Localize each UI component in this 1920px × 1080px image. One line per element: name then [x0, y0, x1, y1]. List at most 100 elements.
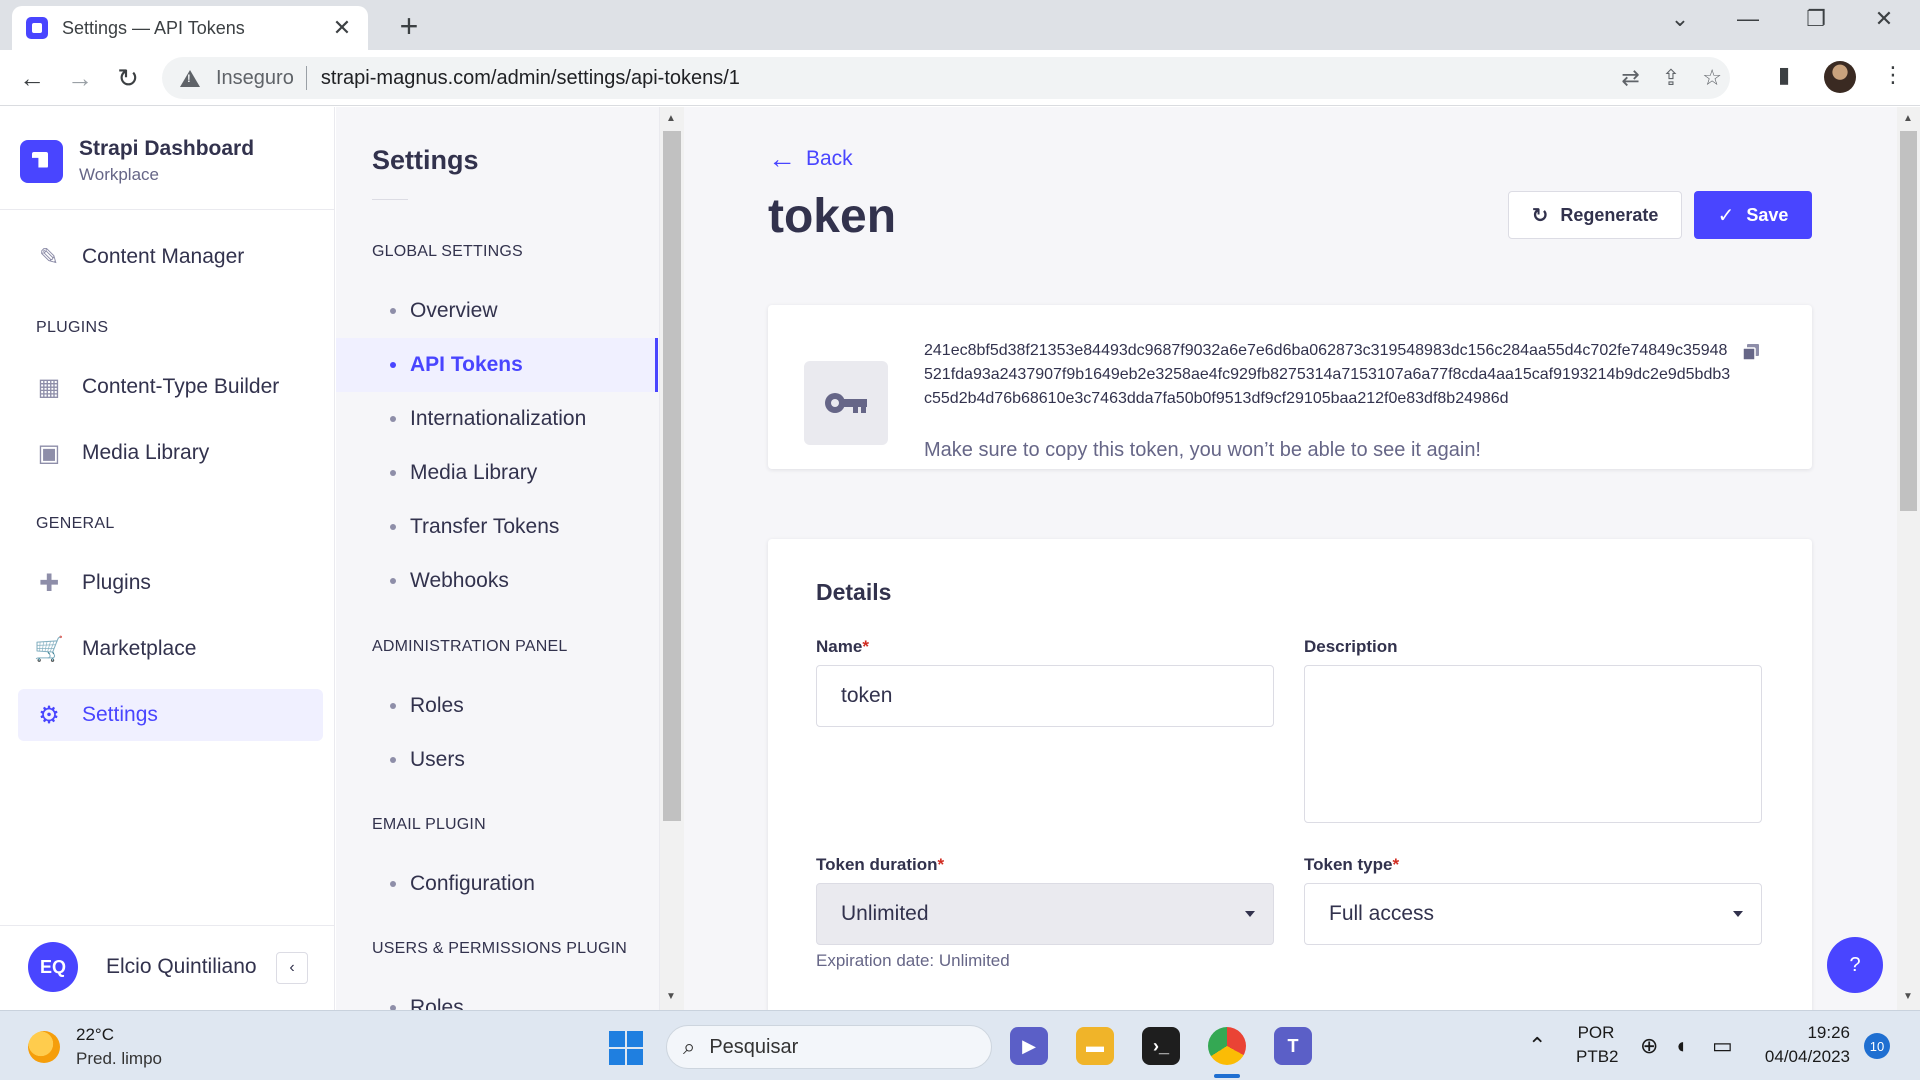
name-label-text: Name	[816, 637, 863, 656]
sidepanel-icon[interactable]: ▮	[1778, 62, 1790, 88]
scrollbar-thumb[interactable]	[1900, 131, 1917, 511]
subnav-item-label: Internationalization	[410, 407, 587, 430]
scroll-up-icon[interactable]: ▲	[666, 113, 676, 124]
subnav-scrollbar[interactable]: ▲ ▼	[660, 107, 684, 1010]
avatar[interactable]: EQ	[28, 942, 78, 992]
subnav-item-transfer-tokens[interactable]: Transfer Tokens	[336, 500, 658, 554]
menu-dots-icon[interactable]: ⋮	[1882, 62, 1904, 88]
star-icon[interactable]: ☆	[1702, 65, 1722, 91]
nav-item-plugins[interactable]: ✚ Plugins	[18, 557, 323, 609]
chrome-icon[interactable]	[1208, 1027, 1246, 1065]
active-app-indicator	[1214, 1074, 1240, 1078]
description-textarea[interactable]	[1304, 665, 1762, 823]
page-title: token	[768, 190, 897, 243]
subnav-item-users[interactable]: Users	[336, 733, 658, 787]
nav-item-marketplace[interactable]: 🛒 Marketplace	[18, 623, 323, 675]
subnav-item-label: Roles	[410, 694, 464, 717]
back-arrow-icon[interactable]: ←	[14, 62, 50, 94]
duration-label-text: Token duration	[816, 855, 938, 874]
back-link[interactable]: ← Back	[768, 143, 853, 175]
gear-icon: ⚙	[38, 701, 60, 729]
notification-badge[interactable]: 10	[1864, 1033, 1890, 1059]
address-bar[interactable]: Inseguro strapi-magnus.com/admin/setting…	[162, 57, 1730, 99]
language-code[interactable]: POR	[1576, 1023, 1616, 1043]
taskbar-search[interactable]: ⌕ Pesquisar	[666, 1025, 992, 1069]
security-label[interactable]: Inseguro	[216, 67, 294, 90]
subnav-item-internationalization[interactable]: Internationalization	[336, 392, 658, 446]
warning-icon[interactable]	[180, 69, 200, 87]
teams-icon[interactable]: T	[1274, 1027, 1312, 1065]
clock-time[interactable]: 19:26	[1760, 1023, 1850, 1043]
token-duration-select[interactable]: Unlimited	[816, 883, 1274, 945]
taskbar: 22°C Pred. limpo ⌕ Pesquisar ▶ ▬ ›_ T ⌃ …	[0, 1010, 1920, 1080]
user-profile[interactable]: EQ Elcio Quintiliano	[28, 942, 257, 992]
file-explorer-icon[interactable]: ▬	[1076, 1027, 1114, 1065]
scroll-down-icon[interactable]: ▼	[1903, 991, 1913, 1002]
profile-avatar[interactable]	[1824, 61, 1856, 93]
subnav-item-roles[interactable]: Roles	[336, 679, 658, 733]
subnav-item-configuration[interactable]: Configuration	[336, 857, 658, 911]
forward-arrow-icon[interactable]: →	[62, 62, 98, 94]
name-label: Name*	[816, 637, 869, 657]
scroll-down-icon[interactable]: ▼	[666, 991, 676, 1002]
close-window-button[interactable]: ✕	[1864, 6, 1904, 32]
subnav-item-overview[interactable]: Overview	[336, 284, 658, 338]
scroll-up-icon[interactable]: ▲	[1903, 113, 1913, 124]
battery-icon[interactable]: ▭	[1712, 1033, 1733, 1059]
token-type-select[interactable]: Full access	[1304, 883, 1762, 945]
subnav-item-label: Transfer Tokens	[410, 515, 560, 538]
subnav-item-label: Configuration	[410, 872, 535, 895]
share-icon[interactable]: ⇪	[1662, 65, 1680, 91]
main-scrollbar[interactable]: ▲ ▼	[1897, 107, 1920, 1010]
network-icon[interactable]: ⊕	[1640, 1033, 1658, 1059]
browser-tabbar: Settings — API Tokens ✕ + ⌄ — ❐ ✕	[0, 0, 1920, 50]
save-button[interactable]: ✓ Save	[1694, 191, 1812, 239]
required-mark: *	[937, 855, 945, 874]
terminal-icon[interactable]: ›_	[1142, 1027, 1180, 1065]
subnav-item-media-library[interactable]: Media Library	[336, 446, 658, 500]
regenerate-label: Regenerate	[1560, 204, 1659, 225]
nav-divider	[0, 925, 335, 926]
tab-search-icon[interactable]: ⌄	[1660, 6, 1700, 32]
required-mark: *	[1392, 855, 1400, 874]
clock-date[interactable]: 04/04/2023	[1752, 1047, 1850, 1067]
name-input[interactable]: token	[816, 665, 1274, 727]
meet-app-icon[interactable]: ▶	[1010, 1027, 1048, 1065]
nav-item-label: Content Manager	[82, 245, 245, 268]
user-name[interactable]: Elcio Quintiliano	[106, 955, 257, 979]
windows-start-icon[interactable]	[609, 1031, 643, 1065]
regenerate-button[interactable]: ↻ Regenerate	[1508, 191, 1682, 239]
duration-value: Unlimited	[841, 902, 929, 925]
weather-temperature[interactable]: 22°C	[76, 1025, 114, 1045]
url-text[interactable]: strapi-magnus.com/admin/settings/api-tok…	[321, 67, 740, 90]
subnav-item-up-roles[interactable]: Roles	[336, 981, 658, 1010]
subnav-item-api-tokens[interactable]: API Tokens	[336, 338, 658, 392]
subnav-item-webhooks[interactable]: Webhooks	[336, 554, 658, 608]
tab-close-icon[interactable]: ✕	[330, 15, 354, 41]
type-label: Token type*	[1304, 855, 1399, 875]
nav-item-content-type-builder[interactable]: ▦ Content-Type Builder	[18, 361, 323, 413]
layout-icon: ▦	[37, 373, 61, 401]
nav-item-settings[interactable]: ⚙ Settings	[18, 689, 323, 741]
restore-button[interactable]: ❐	[1796, 6, 1836, 32]
translate-icon[interactable]: ⇄	[1621, 65, 1639, 91]
help-button[interactable]: ?	[1827, 937, 1883, 993]
minimize-button[interactable]: —	[1728, 6, 1768, 32]
reload-icon[interactable]: ↻	[110, 62, 146, 94]
weather-icon[interactable]	[28, 1031, 60, 1063]
nav-item-media-library[interactable]: ▣ Media Library	[18, 427, 323, 479]
weather-description[interactable]: Pred. limpo	[76, 1049, 162, 1069]
collapse-nav-button[interactable]: ‹	[276, 952, 308, 984]
volume-icon[interactable]: ◖	[1674, 1033, 1687, 1059]
scrollbar-thumb[interactable]	[663, 131, 681, 821]
type-value: Full access	[1329, 902, 1435, 925]
keyboard-layout[interactable]: PTB2	[1576, 1047, 1619, 1067]
refresh-icon: ↻	[1531, 204, 1549, 227]
browser-tab[interactable]: Settings — API Tokens ✕	[12, 6, 368, 50]
copy-icon[interactable]	[1742, 343, 1760, 361]
new-tab-button[interactable]: +	[392, 8, 426, 45]
subnav-item-label: API Tokens	[410, 353, 523, 376]
image-icon: ▣	[37, 439, 61, 467]
nav-item-content-manager[interactable]: ✎ Content Manager	[18, 231, 323, 283]
chevron-up-icon[interactable]: ⌃	[1528, 1033, 1546, 1059]
